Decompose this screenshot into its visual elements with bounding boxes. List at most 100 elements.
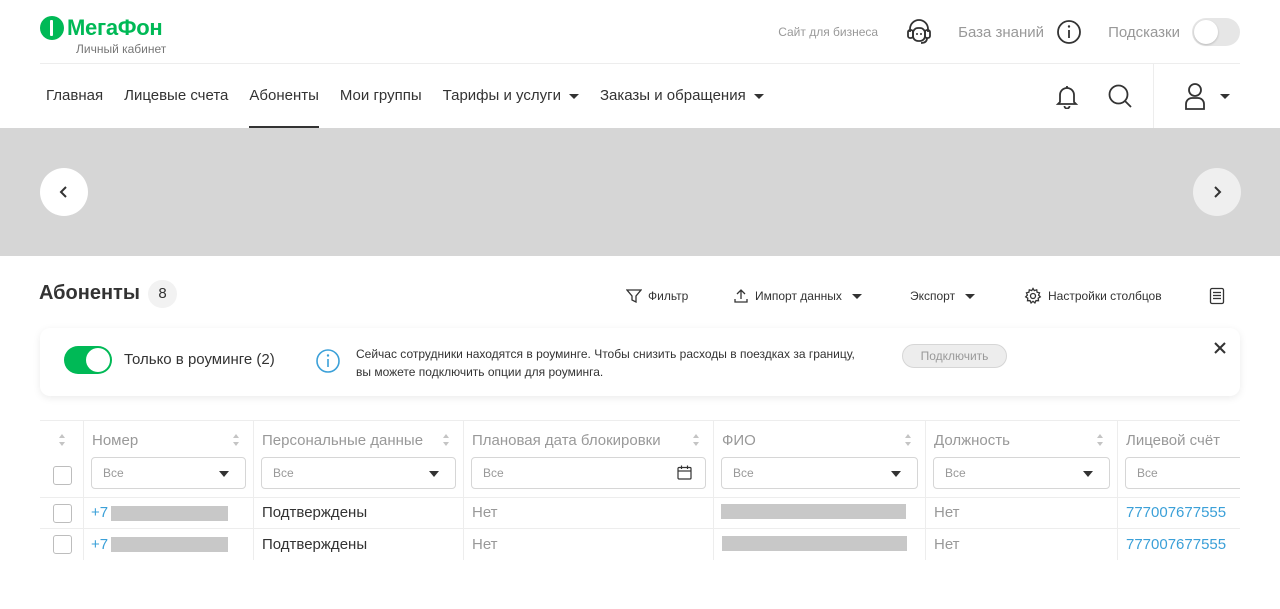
column-header: Плановая дата блокировки <box>472 432 661 449</box>
account-filter-select[interactable]: Все <box>1125 457 1240 489</box>
position-value: Нет <box>934 536 960 553</box>
column-number: Номер Все +7 +7 <box>84 421 254 560</box>
number-filter-select[interactable]: Все <box>91 457 246 489</box>
connect-roaming-button[interactable]: Подключить <box>902 344 1007 368</box>
view-toggle-button[interactable] <box>1209 286 1231 306</box>
megafon-logo[interactable]: МегаФон <box>40 15 163 40</box>
filter-label: Фильтр <box>648 289 689 303</box>
info-icon <box>316 349 340 373</box>
nav-item-tariffs[interactable]: Тарифы и услуги <box>443 64 579 128</box>
chevron-down-icon <box>965 293 976 299</box>
block-date-value: Нет <box>472 536 498 553</box>
roaming-notice-text: Сейчас сотрудники находятся в роуминге. … <box>356 345 896 381</box>
sort-icon[interactable] <box>904 433 912 447</box>
promo-banner <box>0 128 1280 256</box>
nav-item-subscribers[interactable]: Абоненты <box>249 64 319 128</box>
position-filter-select[interactable]: Все <box>933 457 1110 489</box>
column-header: Персональные данные <box>262 432 424 449</box>
user-menu-button[interactable] <box>1184 82 1230 110</box>
roaming-text-line: Сейчас сотрудники находятся в роуминге. … <box>356 347 855 361</box>
phone-link[interactable]: +7 <box>91 536 108 553</box>
nav-item-home[interactable]: Главная <box>46 64 103 128</box>
nav-item-my-groups[interactable]: Мои группы <box>340 64 422 128</box>
sort-icon[interactable] <box>1096 433 1104 447</box>
hints-label: Подсказки <box>1108 23 1180 41</box>
account-link[interactable]: 777007677555 <box>1126 504 1226 521</box>
top-header: МегаФон Личный кабинет Сайт для бизнеса … <box>40 0 1240 64</box>
main-nav: Главная Лицевые счета Абоненты Мои групп… <box>40 64 1240 128</box>
sort-icon[interactable] <box>232 433 240 447</box>
column-settings-button[interactable]: Настройки столбцов <box>1024 286 1162 306</box>
subscribers-table: Номер Все +7 +7 Персональные данные Все … <box>40 420 1240 560</box>
sort-icon[interactable] <box>442 433 450 447</box>
block-date-filter-input[interactable]: Все <box>471 457 706 489</box>
filter-button[interactable]: Фильтр <box>626 286 688 306</box>
sort-icon[interactable] <box>692 433 700 447</box>
position-value: Нет <box>934 504 960 521</box>
column-position: Должность Все Нет Нет <box>926 421 1118 560</box>
chevron-down-icon <box>753 93 764 99</box>
nav-item-accounts[interactable]: Лицевые счета <box>124 64 228 128</box>
nav-item-label: Главная <box>46 87 104 104</box>
chevron-down-icon <box>1220 93 1230 99</box>
personal-data-value: Подтверждены <box>262 536 368 553</box>
row-checkbox[interactable] <box>53 504 72 523</box>
logo-subtitle: Личный кабинет <box>76 42 167 56</box>
roaming-only-toggle[interactable] <box>64 346 112 374</box>
close-icon[interactable] <box>1212 340 1228 356</box>
search-icon[interactable] <box>1107 83 1133 109</box>
business-site-link[interactable]: Сайт для бизнеса <box>778 25 878 39</box>
knowledge-base-link[interactable]: База знаний <box>958 24 1044 41</box>
nav-item-orders[interactable]: Заказы и обращения <box>600 64 764 128</box>
support-operator-icon[interactable] <box>904 17 934 47</box>
filter-value: Все <box>273 466 294 480</box>
info-icon[interactable] <box>1056 19 1082 45</box>
list-view-icon <box>1209 287 1225 305</box>
column-settings-label: Настройки столбцов <box>1048 289 1162 303</box>
redacted-phone <box>111 506 228 521</box>
logo-icon <box>40 16 64 40</box>
hints-toggle[interactable] <box>1192 18 1240 46</box>
filter-value: Все <box>945 466 966 480</box>
roaming-text-line: вы можете подключить опции для роуминга. <box>356 365 604 379</box>
chevron-down-icon <box>219 471 229 477</box>
personal-data-filter-select[interactable]: Все <box>261 457 456 489</box>
chevron-left-icon <box>59 186 67 198</box>
column-full-name: ФИО Все <box>714 421 926 560</box>
chevron-down-icon <box>851 293 862 299</box>
gear-icon <box>1024 287 1042 304</box>
redacted-full-name <box>722 536 907 551</box>
user-icon <box>1185 83 1205 110</box>
banner-next-button[interactable] <box>1193 168 1241 216</box>
funnel-icon <box>626 289 642 304</box>
column-header: Лицевой счёт <box>1126 432 1221 449</box>
redacted-phone <box>111 537 228 552</box>
export-button[interactable]: Экспорт <box>910 286 976 306</box>
account-link[interactable]: 777007677555 <box>1126 536 1226 553</box>
nav-item-label: Тарифы и услуги <box>442 87 561 104</box>
banner-prev-button[interactable] <box>40 168 88 216</box>
filter-value: Все <box>1137 466 1158 480</box>
sort-icon[interactable] <box>58 433 66 447</box>
logo-text: МегаФон <box>67 15 163 40</box>
column-header: Номер <box>92 432 139 449</box>
page-title: Абоненты <box>39 282 140 304</box>
column-account: Лицевой счёт Все 777007677555 7770076775… <box>1118 421 1240 560</box>
calendar-icon[interactable] <box>677 465 692 480</box>
nav-item-label: Мои группы <box>339 87 422 104</box>
filter-value: Все <box>733 466 754 480</box>
nav-divider <box>1153 64 1154 128</box>
row-checkbox[interactable] <box>53 535 72 554</box>
chevron-down-icon <box>429 471 439 477</box>
import-label: Импорт данных <box>755 289 842 303</box>
full-name-filter-select[interactable]: Все <box>721 457 918 489</box>
column-header: ФИО <box>722 432 756 449</box>
select-all-checkbox[interactable] <box>53 466 72 485</box>
upload-icon <box>734 289 748 303</box>
phone-link[interactable]: +7 <box>91 504 108 521</box>
chevron-down-icon <box>1083 471 1093 477</box>
import-data-button[interactable]: Импорт данных <box>733 286 862 306</box>
nav-item-label: Заказы и обращения <box>599 87 746 104</box>
column-header: Должность <box>934 432 1010 449</box>
bell-icon[interactable] <box>1054 83 1080 109</box>
